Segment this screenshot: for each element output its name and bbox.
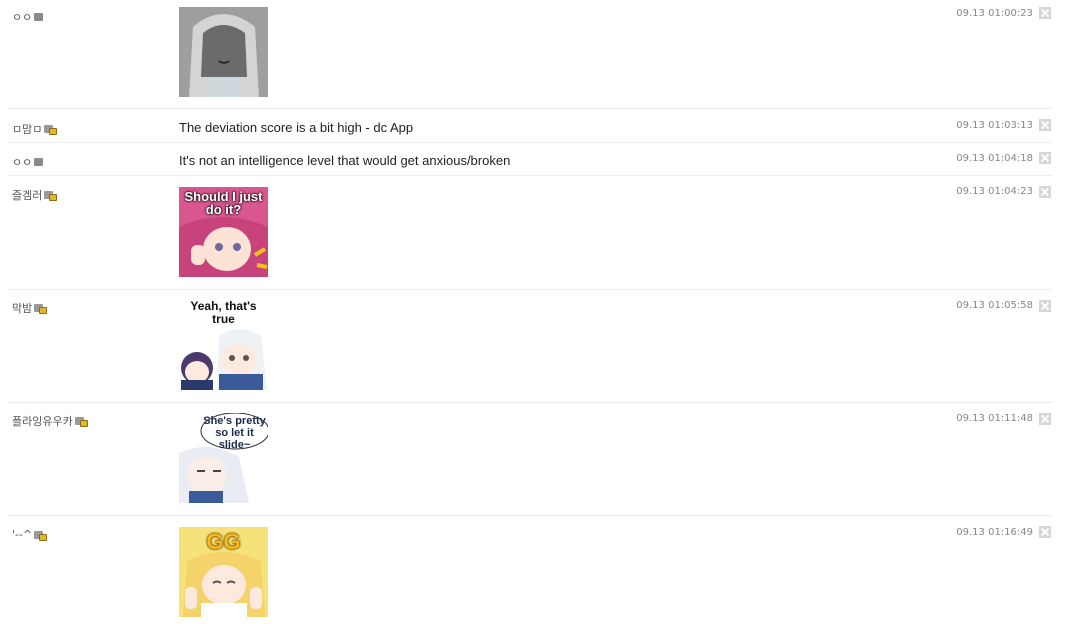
sticker-caption: She's pretty so let it slide~ bbox=[203, 415, 266, 451]
comment-row: ㅇㅇ It's not an intelligence level that w… bbox=[8, 143, 1052, 176]
comment-text: It's not an intelligence level that woul… bbox=[179, 153, 511, 168]
sticker-caption: Yeah, that's true bbox=[190, 300, 257, 326]
comment-nickname[interactable]: ㅇㅇ bbox=[12, 154, 44, 170]
comment-timestamp: 09.13 01:04:23 bbox=[956, 186, 1033, 197]
comment-timestamp: 09.13 01:11:48 bbox=[956, 413, 1033, 424]
delete-icon[interactable] bbox=[1039, 526, 1051, 538]
delete-icon[interactable] bbox=[1039, 186, 1051, 198]
nickname-text[interactable]: 플라잉유우카 bbox=[12, 413, 73, 429]
comment-list: ㅇㅇ 09.13 01:00:23 ㅁ맘ㅁ The deviation scor… bbox=[0, 0, 1072, 624]
half-fixed-user-icon bbox=[44, 125, 58, 135]
delete-icon[interactable] bbox=[1039, 7, 1051, 19]
gray-hooded-girl-sticker-icon bbox=[179, 7, 268, 97]
fixed-user-icon bbox=[34, 158, 44, 166]
half-fixed-user-icon bbox=[34, 530, 48, 541]
half-fixed-user-icon bbox=[34, 304, 48, 314]
half-fixed-user-icon bbox=[44, 191, 58, 201]
delete-icon[interactable] bbox=[1039, 152, 1051, 164]
comment-row: 막밤 Yeah, that's true 09.13 01:05:58 bbox=[8, 290, 1052, 403]
comment-nickname[interactable]: ㅁ맘ㅁ bbox=[12, 121, 58, 137]
half-fixed-user-icon bbox=[74, 417, 88, 427]
nickname-text[interactable]: '--^ bbox=[12, 528, 32, 541]
comment-nickname[interactable]: '--^ bbox=[12, 528, 48, 541]
nickname-text[interactable]: 즐겜러 bbox=[12, 187, 42, 203]
sticker-caption: GG bbox=[206, 529, 241, 554]
comment-nickname[interactable]: 즐겜러 bbox=[12, 187, 58, 203]
comment-sticker: She's pretty so let it slide~ bbox=[179, 413, 268, 503]
comment-timestamp: 09.13 01:04:18 bbox=[956, 153, 1033, 164]
comment-row: ㅇㅇ 09.13 01:00:23 bbox=[8, 0, 1052, 109]
comment-nickname[interactable]: ㅇㅇ bbox=[12, 9, 44, 25]
comment-timestamp: 09.13 01:05:58 bbox=[956, 300, 1033, 311]
delete-icon[interactable] bbox=[1039, 300, 1051, 312]
nickname-text[interactable]: ㅇㅇ bbox=[12, 9, 32, 25]
nickname-text[interactable]: ㅁ맘ㅁ bbox=[12, 121, 42, 137]
comment-sticker: Yeah, that's true bbox=[179, 300, 268, 390]
comment-timestamp: 09.13 01:03:13 bbox=[956, 120, 1033, 131]
comment-sticker bbox=[179, 7, 268, 97]
delete-icon[interactable] bbox=[1039, 413, 1051, 425]
delete-icon[interactable] bbox=[1039, 119, 1051, 131]
comment-nickname[interactable]: 플라잉유우카 bbox=[12, 413, 88, 429]
comment-sticker: Should I just do it? bbox=[179, 187, 268, 277]
sticker-caption: Should I just do it? bbox=[184, 189, 263, 217]
nickname-text[interactable]: 막밤 bbox=[12, 300, 32, 316]
comment-row: 즐겜러 Should I just do it? 09.13 01:04:23 bbox=[8, 176, 1052, 290]
comment-sticker: GG bbox=[179, 527, 268, 617]
comment-timestamp: 09.13 01:00:23 bbox=[956, 8, 1033, 19]
comment-text: The deviation score is a bit high - dc A… bbox=[179, 120, 414, 135]
fixed-user-icon bbox=[34, 13, 44, 21]
comment-row: '--^ GG 09.13 01:16:49 bbox=[8, 516, 1052, 624]
nickname-text[interactable]: ㅇㅇ bbox=[12, 154, 32, 170]
comment-row: ㅁ맘ㅁ The deviation score is a bit high - … bbox=[8, 109, 1052, 143]
comment-row: 플라잉유우카 She's pretty so let it slide~ 09.… bbox=[8, 403, 1052, 516]
comment-nickname[interactable]: 막밤 bbox=[12, 300, 48, 316]
comment-timestamp: 09.13 01:16:49 bbox=[956, 527, 1033, 538]
